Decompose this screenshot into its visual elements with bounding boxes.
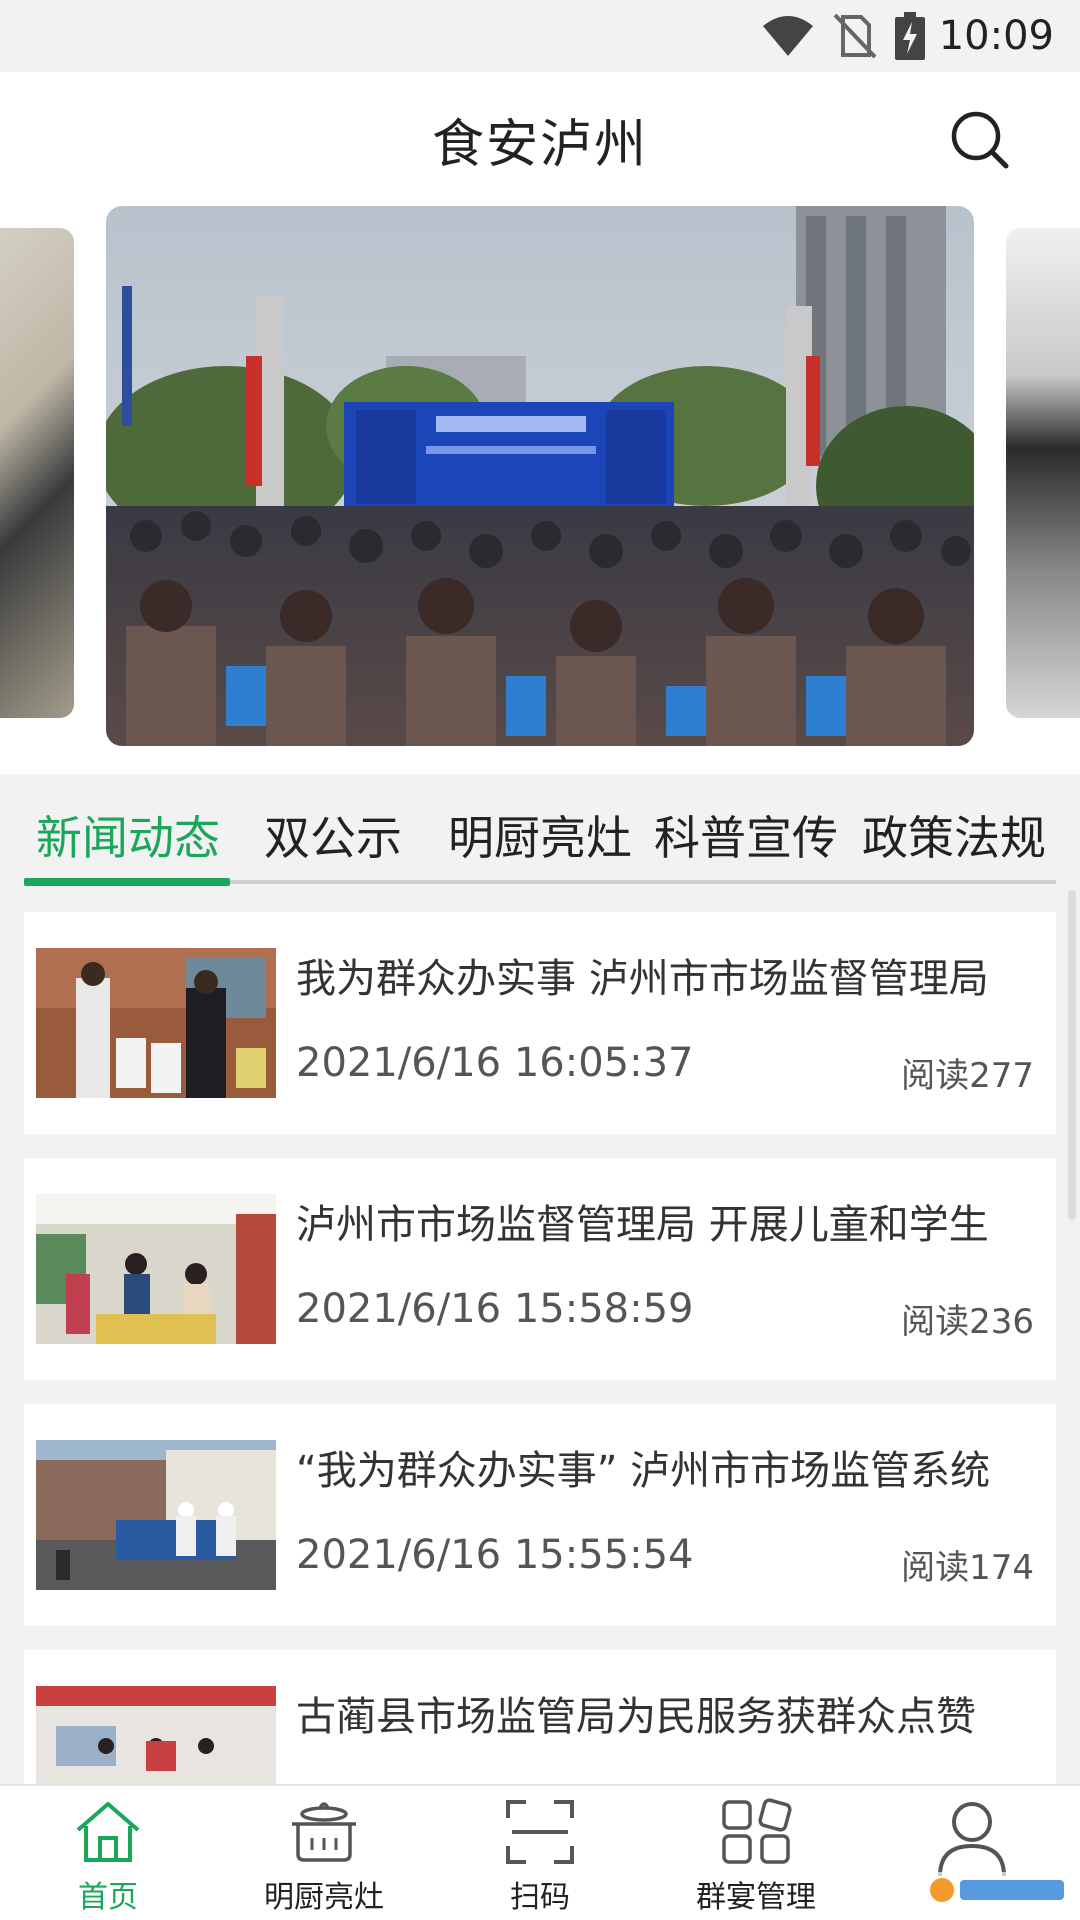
- scan-icon: [506, 1800, 574, 1864]
- status-bar: 10:09: [0, 0, 1080, 72]
- news-title: “我为群众办实事” 泸州市市场监管系统: [296, 1448, 991, 1494]
- nav-open-kitchen[interactable]: 明厨亮灶: [234, 1798, 414, 1918]
- category-tabs: 新闻动态 双公示 明厨亮灶 科普宣传 政策法规: [24, 774, 1056, 886]
- news-title: 古蔺县市场监管局为民服务获群众点赞: [296, 1694, 976, 1740]
- news-read-count: 阅读277: [901, 1056, 1034, 1096]
- search-button[interactable]: [948, 108, 1012, 172]
- battery-charging-icon: [894, 12, 925, 60]
- user-icon: [938, 1802, 1006, 1877]
- status-icons: 10:09: [761, 10, 1054, 62]
- news-item[interactable]: 泸州市市场监督管理局 开展儿童和学生 2021/6/16 15:58:59 阅读…: [24, 1158, 1056, 1380]
- page-title: 食安泸州: [431, 115, 648, 175]
- news-thumbnail: [36, 1440, 276, 1590]
- watermark-logo: [922, 1868, 1072, 1912]
- search-icon: [951, 111, 1009, 169]
- news-thumbnail: [36, 948, 276, 1098]
- news-item[interactable]: “我为群众办实事” 泸州市市场监管系统 2021/6/16 15:55:54 阅…: [24, 1404, 1056, 1626]
- news-thumbnail: [36, 1194, 276, 1344]
- banner-event-photo: [106, 206, 974, 746]
- banner-next-image[interactable]: [1006, 228, 1080, 718]
- nav-label: 明厨亮灶: [264, 1880, 384, 1915]
- banner-image[interactable]: [106, 206, 974, 746]
- wifi-icon: [762, 16, 813, 56]
- list-scrollbar[interactable]: [1068, 890, 1076, 1220]
- tab-double-publicity[interactable]: 双公示: [264, 802, 402, 868]
- bottom-nav: 首页 明厨亮灶 扫码 群宴管理: [0, 1784, 1080, 1920]
- grid-apps-icon: [722, 1798, 792, 1864]
- nav-banquet-management[interactable]: 群宴管理: [666, 1798, 846, 1918]
- nav-label: 群宴管理: [696, 1880, 816, 1915]
- news-date: 2021/6/16 15:55:54: [296, 1532, 694, 1578]
- tab-active-indicator: [24, 878, 230, 886]
- nav-label: 首页: [78, 1880, 138, 1915]
- status-time: 10:09: [938, 13, 1054, 59]
- tab-policy-regulations[interactable]: 政策法规: [862, 802, 1046, 868]
- news-read-count: 阅读236: [901, 1302, 1034, 1342]
- tab-news[interactable]: 新闻动态: [36, 802, 220, 868]
- news-item[interactable]: 我为群众办实事 泸州市市场监督管理局 2021/6/16 16:05:37 阅读…: [24, 912, 1056, 1134]
- no-sim-icon: [833, 13, 877, 59]
- tab-open-kitchen[interactable]: 明厨亮灶: [448, 802, 632, 868]
- news-thumbnail: [36, 1686, 276, 1784]
- news-date: 2021/6/16 16:05:37: [296, 1040, 694, 1086]
- banner-carousel[interactable]: [0, 204, 1080, 774]
- nav-home[interactable]: 首页: [18, 1798, 198, 1918]
- news-list[interactable]: 我为群众办实事 泸州市市场监督管理局 2021/6/16 16:05:37 阅读…: [0, 886, 1080, 1784]
- kitchen-pot-icon: [292, 1802, 356, 1862]
- app-header: 食安泸州: [0, 72, 1080, 204]
- news-read-count: 阅读174: [901, 1548, 1034, 1588]
- news-title: 泸州市市场监督管理局 开展儿童和学生: [296, 1202, 989, 1248]
- nav-label: 扫码: [510, 1880, 570, 1915]
- news-date: 2021/6/16 15:58:59: [296, 1286, 694, 1332]
- home-icon: [76, 1802, 140, 1862]
- news-title: 我为群众办实事 泸州市市场监督管理局: [296, 956, 989, 1002]
- nav-scan[interactable]: 扫码: [450, 1798, 630, 1918]
- banner-prev-image[interactable]: [0, 228, 74, 718]
- news-item[interactable]: 古蔺县市场监管局为民服务获群众点赞: [24, 1650, 1056, 1784]
- tab-science-promotion[interactable]: 科普宣传: [654, 802, 838, 868]
